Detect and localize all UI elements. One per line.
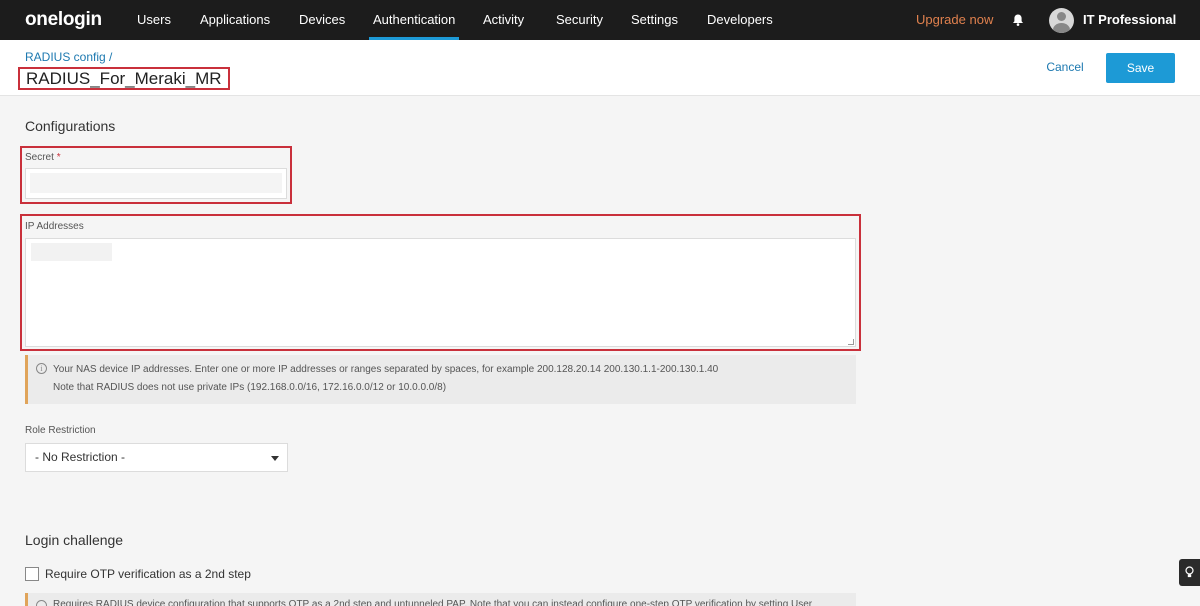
cancel-button[interactable]: Cancel [1037,55,1093,79]
role-restriction-value: - No Restriction - [35,450,126,464]
info-icon [36,600,47,606]
login-challenge-heading: Login challenge [25,532,124,548]
configurations-heading: Configurations [25,118,116,134]
otp-checkbox-label[interactable]: Require OTP verification as a 2nd step [45,567,251,581]
nav-settings[interactable]: Settings [631,0,678,40]
nav-users[interactable]: Users [137,0,171,40]
save-button[interactable]: Save [1106,53,1175,83]
ip-addresses-value [31,243,112,261]
role-restriction-label: Role Restriction [25,425,96,436]
lightbulb-icon [1185,566,1194,578]
textarea-resize-handle[interactable] [848,339,854,345]
role-restriction-select[interactable]: - No Restriction - [25,443,288,472]
top-navigation: onelogin Users Applications Devices Auth… [0,0,1200,40]
onelogin-logo[interactable]: onelogin [25,9,102,31]
nav-devices[interactable]: Devices [299,0,345,40]
page-title: RADIUS_For_Meraki_MR [18,67,230,90]
page-header: RADIUS config / RADIUS_For_Meraki_MR Can… [0,40,1200,96]
nav-activity[interactable]: Activity [483,0,524,40]
ip-hint-line-1: Your NAS device IP addresses. Enter one … [53,364,719,375]
nav-developers[interactable]: Developers [707,0,773,40]
otp-checkbox[interactable] [25,567,39,581]
ip-addresses-hint [25,355,856,404]
ip-addresses-textarea[interactable] [25,238,856,347]
nav-security[interactable]: Security [556,0,603,40]
user-avatar[interactable] [1049,8,1074,33]
upgrade-now-link[interactable]: Upgrade now [916,0,993,40]
secret-input-value [30,173,282,193]
info-icon: i [36,363,47,374]
otp-hint-text: Requires RADIUS device configuration tha… [53,599,813,606]
ip-hint-line-2: Note that RADIUS does not use private IP… [53,382,447,393]
help-button[interactable] [1179,559,1200,586]
breadcrumb[interactable]: RADIUS config / [25,50,112,64]
nav-applications[interactable]: Applications [200,0,270,40]
nav-authentication[interactable]: Authentication [368,0,460,40]
user-menu[interactable]: IT Professional [1083,0,1176,40]
bell-icon[interactable] [1011,13,1025,27]
caret-down-icon [271,456,279,461]
